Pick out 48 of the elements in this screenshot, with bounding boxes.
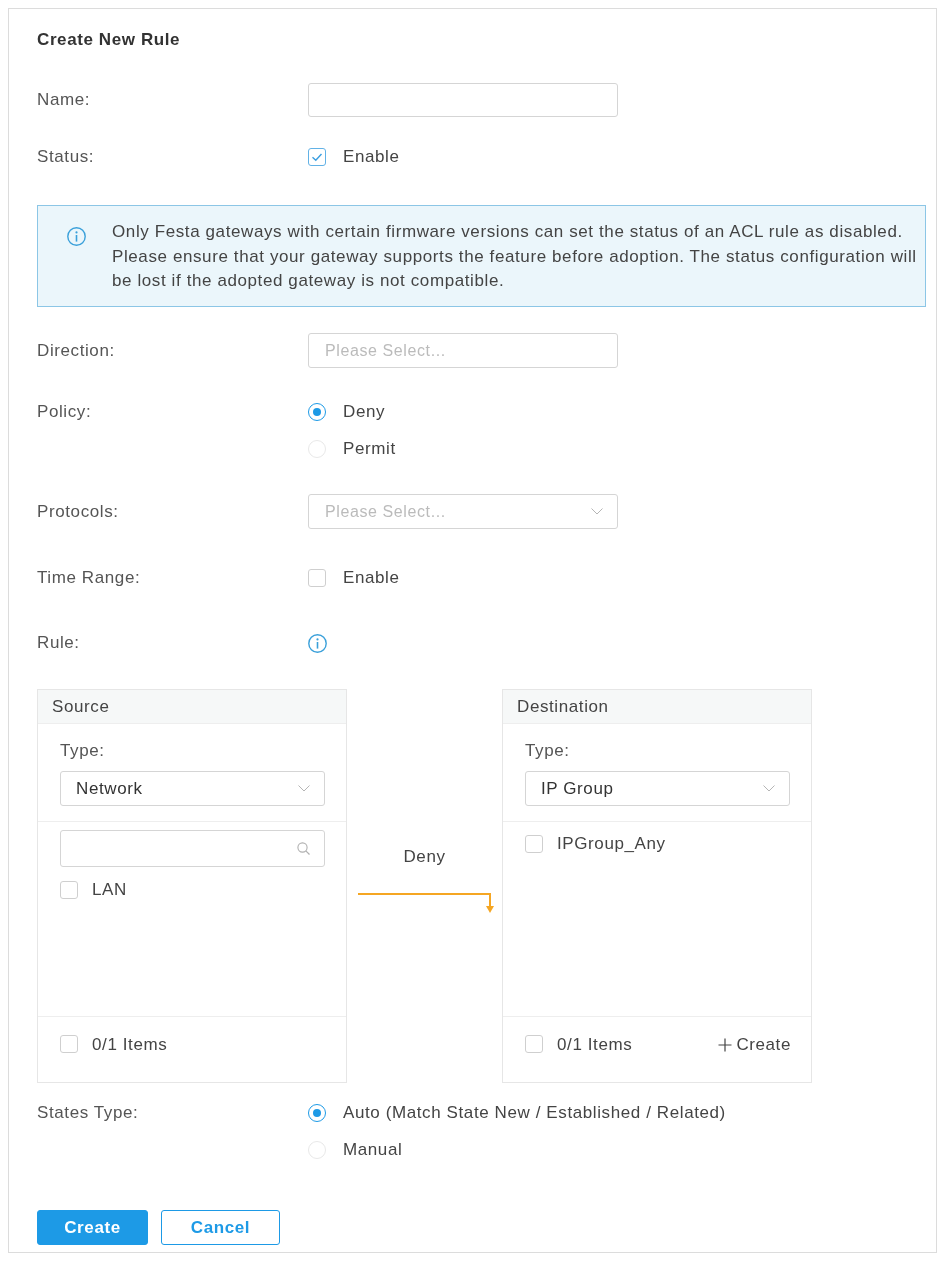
checkbox-label: Enable <box>343 146 400 168</box>
info-icon <box>308 633 327 653</box>
notice-text: Only Festa gateways with certain firmware versions can set the status of an ACL rule as disabled. Please ensure that your gateway supports the feature before adoption. The status configuration will be lost if the adopted gateway is not compatible. <box>112 221 918 292</box>
checkbox[interactable] <box>525 1035 543 1053</box>
type-select[interactable]: IP Group <box>525 771 790 806</box>
checkbox[interactable] <box>308 569 326 587</box>
field-label: Rule: <box>37 633 81 653</box>
form-title: Create New Rule <box>37 31 182 49</box>
field-label: Name: <box>37 90 92 110</box>
item-count: 0/1 Items <box>92 1035 168 1055</box>
field-label: Status: <box>37 147 96 167</box>
radio-label: Deny <box>343 401 386 423</box>
chevron-down-icon <box>763 785 775 792</box>
select-field[interactable]: Please Select... <box>308 494 618 529</box>
type-label: Type: <box>525 741 571 761</box>
search-field[interactable] <box>60 830 325 867</box>
checkbox[interactable] <box>525 835 543 853</box>
plus-icon <box>718 1038 733 1052</box>
arrow-label: Deny <box>403 846 446 868</box>
field-label: Protocols: <box>37 501 120 522</box>
field-label: Direction: <box>37 340 116 361</box>
field-label: Time Range: <box>37 568 142 588</box>
select-field[interactable]: Please Select... <box>308 333 618 368</box>
item-count: 0/1 Items <box>557 1035 633 1055</box>
create-link[interactable]: Create <box>718 1035 791 1055</box>
checkbox[interactable] <box>60 1035 78 1053</box>
radio-button[interactable] <box>308 1104 326 1122</box>
chevron-down-icon <box>298 785 310 792</box>
radio-label: Permit <box>343 438 396 460</box>
field-label: Policy: <box>37 401 93 423</box>
radio-label: Auto (Match State New / Established / Related) <box>343 1102 726 1124</box>
panel-header: Source <box>38 690 346 724</box>
search-icon <box>297 842 310 855</box>
checkbox[interactable] <box>60 881 78 899</box>
item-label: IPGroup_Any <box>557 834 666 854</box>
type-select[interactable]: Network <box>60 771 325 806</box>
create-button[interactable]: Create <box>37 1210 148 1245</box>
radio-label: Manual <box>343 1139 403 1161</box>
type-label: Type: <box>60 741 106 761</box>
radio-button[interactable] <box>308 403 326 421</box>
cancel-button[interactable]: Cancel <box>161 1210 280 1245</box>
checkbox-label: Enable <box>343 567 400 589</box>
field-label: States Type: <box>37 1102 140 1124</box>
panel-header: Destination <box>503 690 811 724</box>
item-label: LAN <box>92 880 127 900</box>
name-input[interactable] <box>308 83 618 117</box>
info-icon <box>67 227 86 246</box>
checkbox[interactable] <box>308 148 326 166</box>
